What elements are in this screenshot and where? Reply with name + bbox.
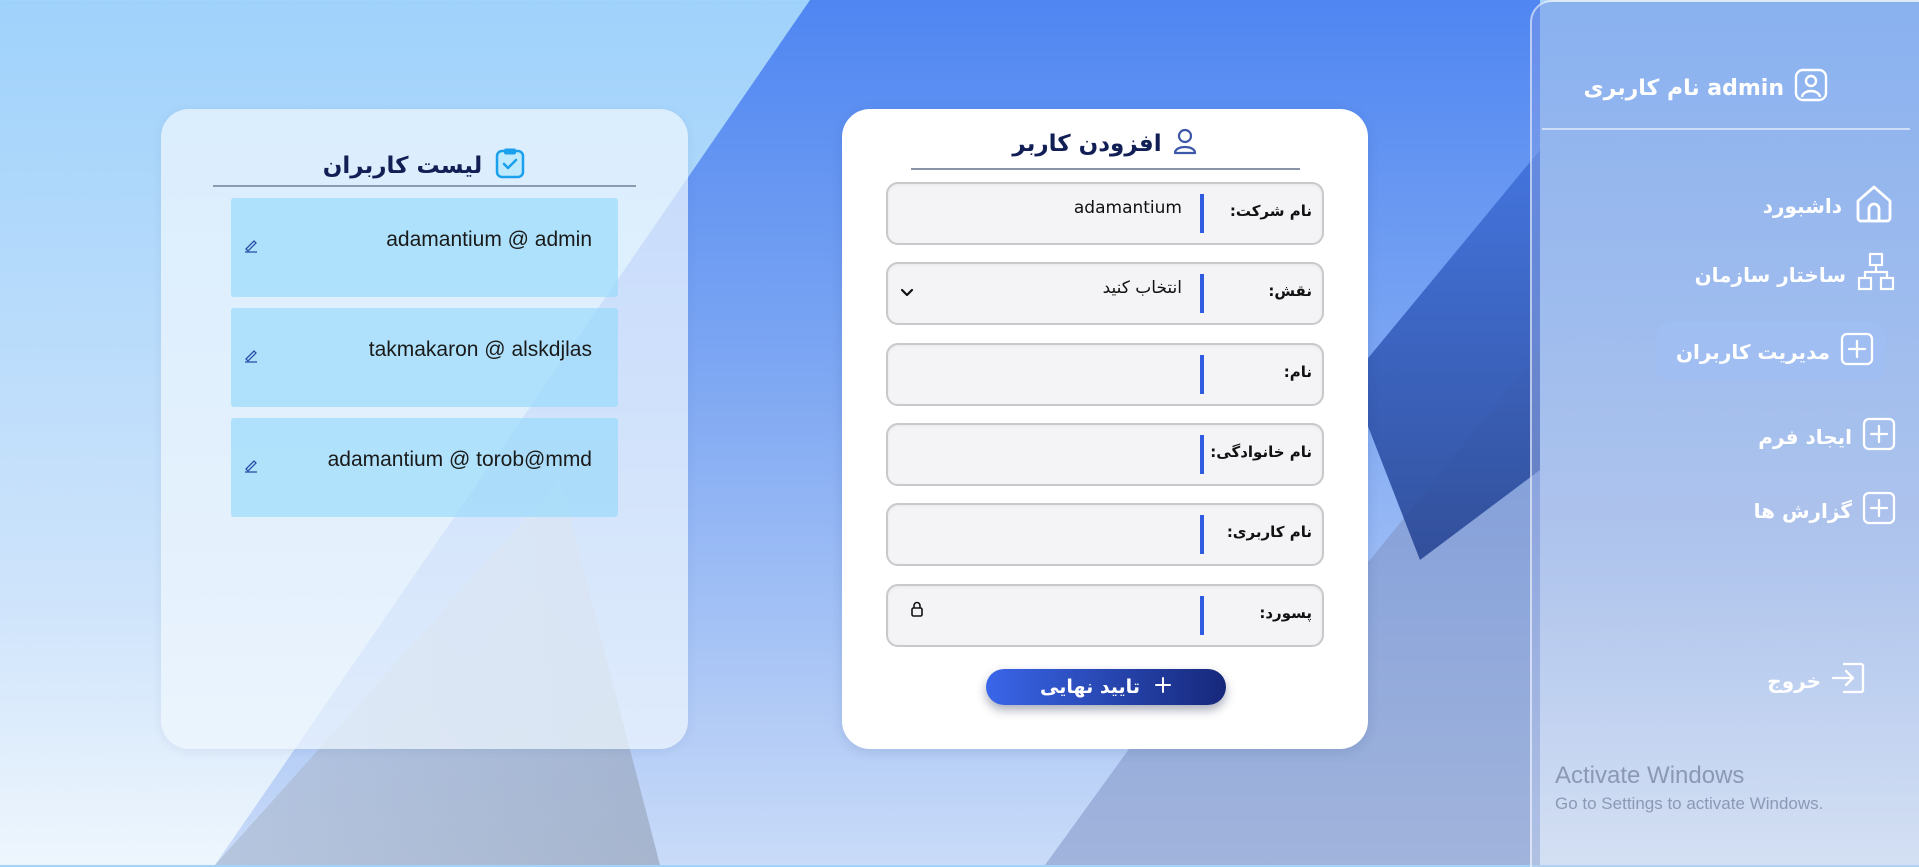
add-user-form: افزودن کاربر نام شرکت: adamantium نقش: ا… [842, 109, 1368, 749]
user-list-item[interactable]: takmakaron @ alskdjlas [231, 308, 618, 407]
sidebar-item-dashboard[interactable]: داشبورد [1763, 181, 1896, 230]
submit-button[interactable]: تایید نهایی [986, 669, 1226, 705]
watermark-line-2: Go to Settings to activate Windows. [1555, 794, 1824, 813]
role-selected-value[interactable]: انتخاب کنید [1103, 278, 1182, 298]
user-profile-icon [1794, 68, 1828, 108]
form-title-text: افزودن کاربر [1012, 131, 1162, 157]
sidebar-item-label: گزارش ها [1753, 498, 1852, 523]
first-name-field[interactable]: نام: [886, 343, 1324, 406]
form-title: افزودن کاربر [842, 127, 1368, 161]
user-list-item[interactable]: adamantium @ torob@mmd [231, 418, 618, 517]
lock-icon [910, 601, 924, 621]
user-list-item[interactable]: adamantium @ admin [231, 198, 618, 297]
sidebar-item-user-management[interactable]: مدیریت کاربران [1655, 322, 1886, 381]
watermark-line-1: Activate Windows [1555, 762, 1745, 789]
role-select[interactable]: نقش: انتخاب کنید [886, 262, 1324, 325]
home-icon [1852, 181, 1896, 230]
field-accent-bar [1200, 194, 1204, 233]
field-accent-bar [1200, 274, 1204, 313]
plus-box-icon [1862, 417, 1896, 456]
username-field[interactable]: نام کاربری: [886, 503, 1324, 566]
sidebar-divider [1542, 128, 1910, 130]
sidebar-item-label: ایجاد فرم [1758, 424, 1852, 449]
edit-pen-icon[interactable] [243, 237, 259, 257]
last-name-label: نام خانوادگی: [1210, 443, 1312, 461]
sidebar-item-label: داشبورد [1762, 193, 1842, 218]
username-label: نام کاربری: [1226, 523, 1312, 541]
sidebar: نام کاربری admin داشبورد ساختار سازمان م… [1530, 0, 1919, 867]
user-list-divider [213, 185, 636, 187]
edit-pen-icon[interactable] [243, 347, 259, 367]
user-list-title-text: لیست کاربران [322, 153, 483, 179]
last-name-field[interactable]: نام خانوادگی: [886, 423, 1324, 486]
user-list-item-text: adamantium @ admin [386, 228, 592, 251]
field-accent-bar [1200, 596, 1204, 635]
field-accent-bar [1200, 435, 1204, 474]
password-label: پسورد: [1259, 604, 1312, 622]
submit-label: تایید نهایی [1040, 676, 1140, 698]
edit-pen-icon[interactable] [243, 457, 259, 477]
user-list-item-text: adamantium @ torob@mmd [327, 448, 592, 471]
first-name-label: نام: [1283, 363, 1312, 381]
form-divider [911, 168, 1300, 170]
logout-button[interactable]: خروج [1767, 662, 1865, 699]
password-field[interactable]: پسورد: [886, 584, 1324, 647]
user-icon [1172, 127, 1198, 161]
user-list-item-text: takmakaron @ alskdjlas [368, 338, 592, 361]
org-structure-icon [1856, 252, 1896, 297]
field-accent-bar [1200, 515, 1204, 554]
company-name-field[interactable]: نام شرکت: adamantium [886, 182, 1324, 245]
user-list-title: لیست کاربران [161, 147, 688, 185]
logout-icon [1831, 662, 1865, 699]
plus-icon [1154, 676, 1172, 699]
sidebar-username: نام کاربری admin [1583, 75, 1784, 101]
role-label: نقش: [1268, 282, 1312, 300]
chevron-down-icon[interactable] [900, 284, 914, 303]
clipboard-check-icon [494, 147, 526, 185]
field-accent-bar [1200, 355, 1204, 394]
sidebar-item-create-form[interactable]: ایجاد فرم [1758, 417, 1896, 456]
sidebar-item-reports[interactable]: گزارش ها [1754, 491, 1896, 530]
activate-windows-watermark: Activate Windows Go to Settings to activ… [1555, 762, 1823, 814]
user-list-panel: لیست کاربران adamantium @ admin takmakar… [161, 109, 688, 749]
logout-label: خروج [1767, 668, 1821, 693]
company-name-label: نام شرکت: [1229, 202, 1312, 220]
sidebar-item-org-structure[interactable]: ساختار سازمان [1695, 252, 1896, 297]
sidebar-user-title: نام کاربری admin [1583, 68, 1828, 108]
plus-box-icon [1840, 332, 1874, 371]
company-name-value[interactable]: adamantium [1074, 198, 1182, 218]
sidebar-item-label: ساختار سازمان [1694, 262, 1846, 287]
sidebar-item-label: مدیریت کاربران [1675, 339, 1830, 364]
plus-box-icon [1862, 491, 1896, 530]
